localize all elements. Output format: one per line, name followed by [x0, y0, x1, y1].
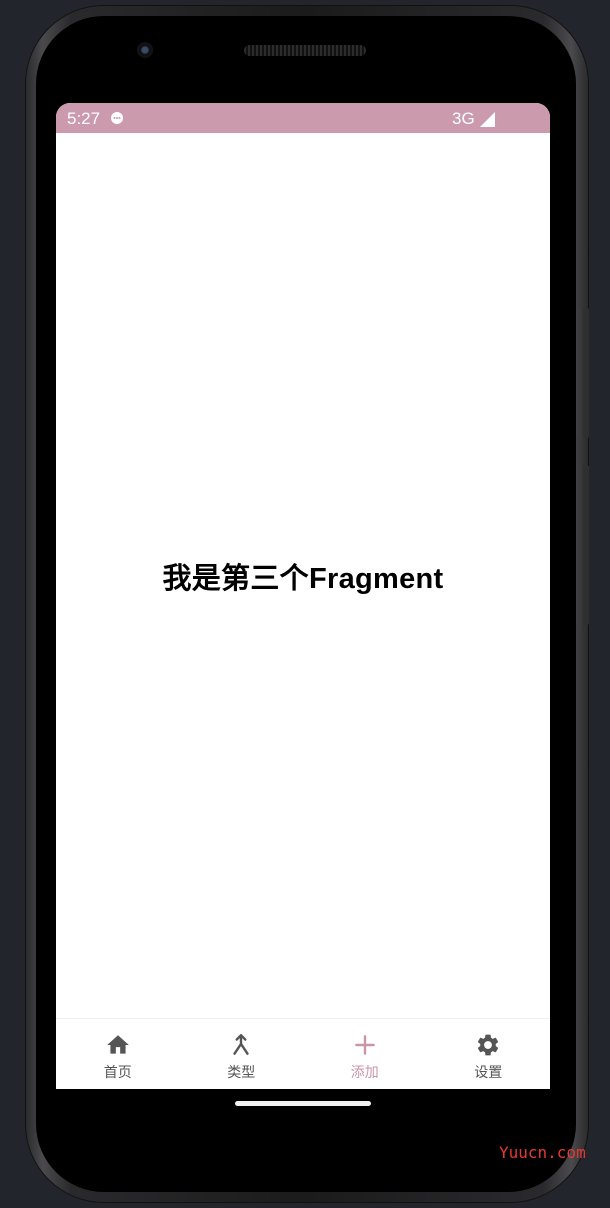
nav-label-type: 类型 — [227, 1064, 256, 1080]
status-time: 5:27 — [67, 109, 101, 128]
settings-icon — [478, 1034, 499, 1056]
home-icon — [106, 1035, 129, 1054]
home-indicator[interactable] — [235, 1101, 371, 1106]
app-screen: 5:27 3G 我是第三个Fragment 首页 类型 添加 设置 — [56, 103, 550, 1089]
nav-item-home[interactable]: 首页 — [56, 1019, 180, 1089]
nav-label-settings: 设置 — [474, 1064, 503, 1080]
nav-label-home: 首页 — [103, 1064, 132, 1080]
bottom-navigation: 首页 类型 添加 设置 — [56, 1018, 550, 1089]
nav-label-add: 添加 — [350, 1064, 379, 1080]
nav-item-settings[interactable]: 设置 — [427, 1019, 551, 1089]
volume-button — [583, 308, 589, 438]
front-camera — [137, 42, 153, 58]
network-type: 3G — [452, 109, 475, 128]
plus-icon — [354, 1035, 375, 1055]
merge-icon — [233, 1034, 249, 1055]
earpiece-speaker — [244, 45, 366, 56]
nav-item-type[interactable]: 类型 — [180, 1019, 304, 1089]
status-bar: 5:27 3G — [56, 103, 550, 133]
fragment-title: 我是第三个Fragment — [162, 563, 444, 595]
signal-icon — [480, 112, 495, 127]
nav-item-add[interactable]: 添加 — [303, 1019, 427, 1089]
message-icon — [111, 112, 123, 124]
watermark: Yuucn.com — [499, 1143, 586, 1162]
power-button — [583, 465, 589, 625]
